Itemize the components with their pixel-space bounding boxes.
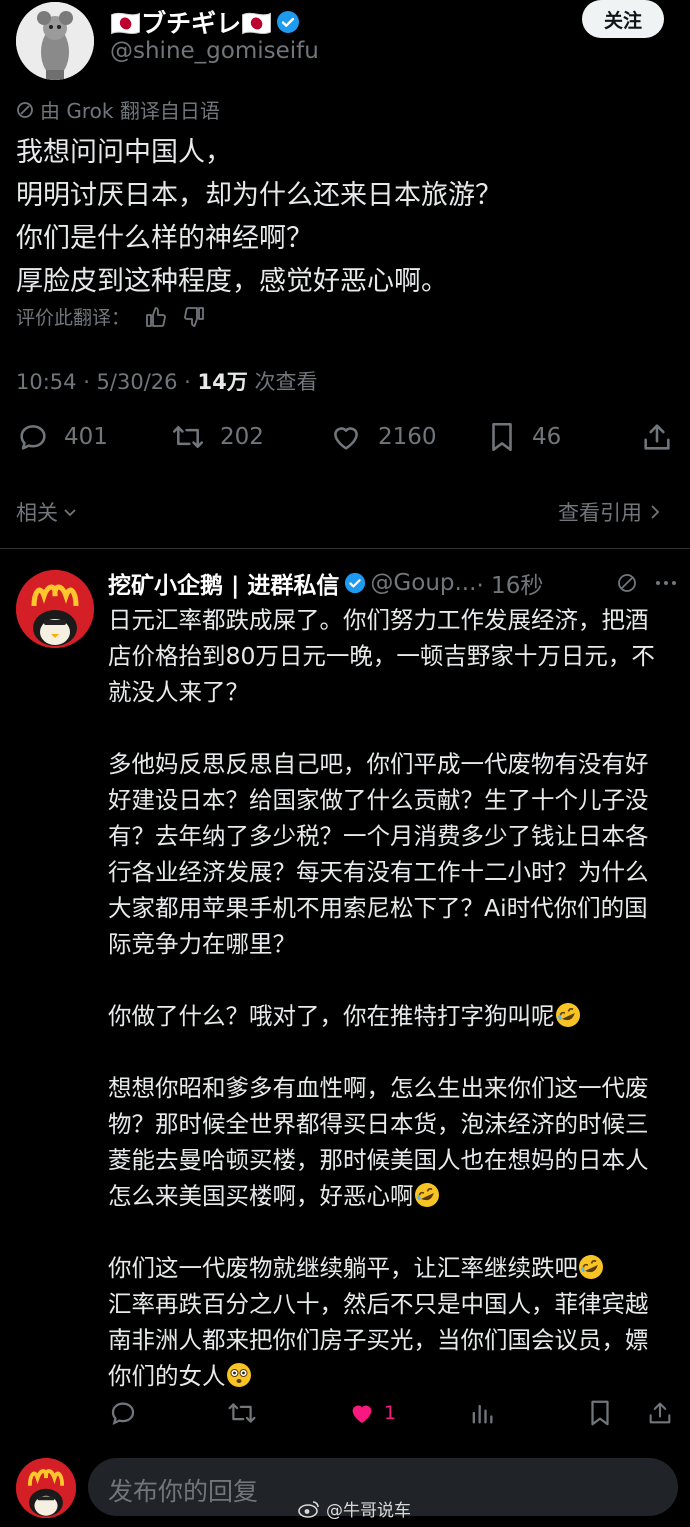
watermark: @牛哥说车	[298, 1496, 411, 1521]
dizzy-face-emoji-icon	[226, 1362, 252, 1388]
views-bar-chart-icon	[468, 1398, 496, 1428]
rofl-emoji-icon	[414, 1182, 440, 1208]
reply-icon	[108, 1398, 138, 1428]
reply-like-action[interactable]: 1	[346, 1398, 396, 1428]
reply-paragraph-text: 汇率再跌百分之八十，然后不只是中国人，菲律宾越南非洲人都来把你们房子买光，当你们…	[108, 1290, 649, 1390]
translate-icon	[16, 101, 34, 119]
my-avatar[interactable]	[16, 1458, 76, 1518]
grok-icon[interactable]	[616, 572, 638, 594]
view-count: 14万	[197, 370, 248, 394]
reply-paragraph-text: 你们这一代废物就继续躺平，让汇率继续跌吧	[108, 1254, 578, 1282]
reply-paragraph: 想想你昭和爹多有血性啊，怎么生出来你们这一代废物？那时候全世界都得买日本货，泡沫…	[108, 1070, 668, 1214]
heart-filled-icon	[346, 1398, 378, 1428]
post-text: 我想问问中国人， 明明讨厌日本，却为什么还来日本旅游？ 你们是什么样的神经啊？ …	[16, 137, 502, 297]
share-icon	[640, 420, 674, 454]
reply-paragraph: 多他妈反思反思自己吧，你们平成一代废物有没有好好建设日本？给国家做了什么贡献？生…	[108, 750, 649, 958]
reply-count: 401	[64, 424, 108, 450]
bookmark-count: 46	[532, 424, 562, 450]
bookmark-icon	[486, 420, 518, 454]
like-count: 2160	[378, 424, 437, 450]
translation-note-text: 由 Grok 翻译自日语	[40, 99, 220, 123]
retweet-icon	[226, 1398, 258, 1428]
reply-reply-action[interactable]	[108, 1398, 138, 1428]
reply-paragraph: 你们这一代废物就继续躺平，让汇率继续跌吧汇率再跌百分之八十，然后不只是中国人，菲…	[108, 1250, 668, 1394]
rofl-emoji-icon	[555, 1002, 581, 1028]
chevron-right-icon	[648, 503, 662, 521]
heart-icon	[328, 420, 364, 454]
chevron-down-icon	[62, 504, 78, 520]
reply-paragraph: 你做了什么？哦对了，你在推特打字狗叫呢	[108, 998, 668, 1034]
reply-retweet-action[interactable]	[226, 1398, 258, 1428]
share-action[interactable]	[640, 420, 674, 454]
reply-text: 日元汇率都跌成屎了。你们努力工作发展经济，把酒店价格抬到80万日元一晚，一顿吉野…	[108, 602, 668, 1394]
thumbs-down-icon[interactable]	[182, 305, 206, 329]
translation-note: 由 Grok 翻译自日语	[16, 95, 220, 124]
section-divider	[0, 548, 690, 549]
view-quotes-label: 查看引用	[558, 501, 642, 525]
more-options-icon[interactable]	[654, 572, 678, 594]
reply-icon	[16, 420, 50, 454]
reply-like-count: 1	[384, 1402, 397, 1424]
author-display-name[interactable]: 🇯🇵ブチギレ🇯🇵	[110, 4, 300, 40]
watermark-text: @牛哥说车	[326, 1501, 411, 1521]
author-avatar[interactable]	[16, 2, 94, 80]
bookmark-icon	[586, 1398, 614, 1428]
reply-timestamp[interactable]: · 16秒	[476, 566, 543, 600]
rate-translation-label: 评价此翻译：	[16, 307, 131, 329]
reply-action-bar: 1	[108, 1398, 671, 1434]
reply-paragraph-text: 想想你昭和爹多有血性啊，怎么生出来你们这一代废物？那时候全世界都得买日本货，泡沫…	[108, 1074, 649, 1210]
thumbs-up-icon[interactable]	[144, 305, 168, 329]
post-meta: 10:54 · 5/30/26 · 14万 次查看	[16, 366, 317, 396]
follow-button[interactable]: 关注	[582, 0, 664, 38]
share-icon	[646, 1398, 674, 1428]
post-action-bar: 401 202 2160 46	[0, 420, 690, 464]
related-label: 相关	[16, 501, 58, 525]
reply-action[interactable]: 401	[16, 420, 108, 454]
weibo-logo-icon	[298, 1500, 320, 1518]
reply-header: 挖矿小企鹅 | 进群私信 @Goup... · 16秒	[108, 566, 678, 600]
post-timestamp[interactable]: 10:54 · 5/30/26 ·	[16, 370, 198, 394]
author-handle[interactable]: @shine_gomiseifu	[110, 38, 319, 64]
author-name-text: 🇯🇵ブチギレ🇯🇵	[110, 9, 273, 38]
reply-bookmark-action[interactable]	[586, 1398, 614, 1428]
bookmark-action[interactable]: 46	[486, 420, 561, 454]
retweet-action[interactable]: 202	[170, 420, 264, 454]
view-quotes-link[interactable]: 查看引用	[558, 497, 662, 527]
view-label: 次查看	[247, 370, 318, 394]
reply-author-name[interactable]: 挖矿小企鹅 | 进群私信	[108, 566, 339, 600]
rate-translation: 评价此翻译：	[16, 303, 206, 330]
like-action[interactable]: 2160	[328, 420, 437, 454]
retweet-count: 202	[220, 424, 264, 450]
retweet-icon	[170, 420, 206, 454]
reply-author-handle[interactable]: @Goup...	[370, 570, 476, 596]
reply-paragraph: 日元汇率都跌成屎了。你们努力工作发展经济，把酒店价格抬到80万日元一晚，一顿吉野…	[108, 606, 655, 706]
verified-badge-icon	[276, 10, 300, 34]
reply-views-action[interactable]	[468, 1398, 496, 1428]
reply-share-action[interactable]	[646, 1398, 674, 1428]
reply-paragraph-text: 你做了什么？哦对了，你在推特打字狗叫呢	[108, 1002, 555, 1030]
rofl-emoji-icon	[578, 1254, 604, 1280]
verified-badge-icon	[344, 572, 366, 594]
reply-author-avatar[interactable]	[16, 570, 94, 648]
related-toggle[interactable]: 相关	[16, 497, 78, 527]
reply-compose-placeholder: 发布你的回复	[108, 1477, 259, 1506]
